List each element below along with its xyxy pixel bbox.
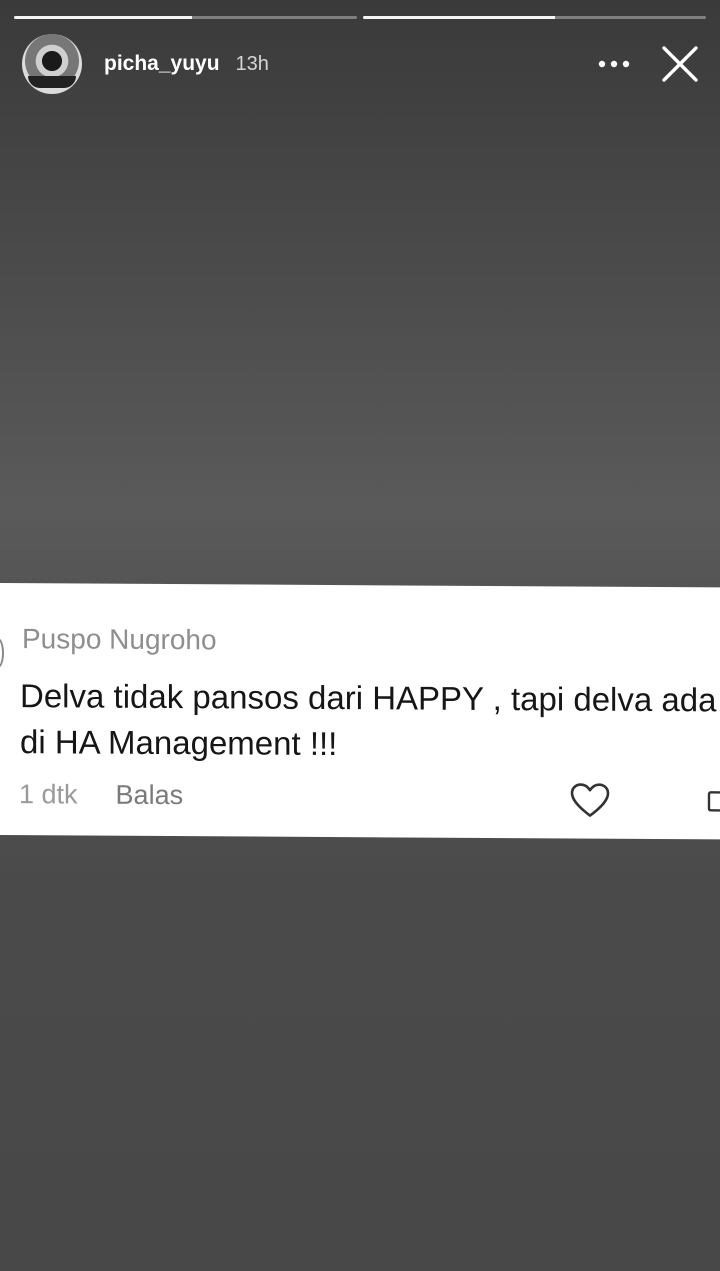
story-progress-fill xyxy=(14,16,193,19)
comment-meta: 1 dtk Balas xyxy=(19,779,183,811)
story-progress-track xyxy=(14,16,357,19)
close-icon xyxy=(662,46,698,82)
more-options-button[interactable] xyxy=(594,44,634,84)
dislike-icon xyxy=(707,791,720,812)
story-viewer[interactable]: picha_yuyu 13h Puspo Nugroho Delva tidak… xyxy=(0,0,720,1271)
more-horizontal-icon xyxy=(598,60,630,68)
story-progress-track xyxy=(363,16,706,19)
story-progress-fill xyxy=(363,16,556,19)
comment-text: Delva tidak pansos dari HAPPY , tapi del… xyxy=(20,677,717,763)
heart-outline-icon xyxy=(570,783,610,817)
commenter-avatar-edge xyxy=(0,637,4,669)
story-header: picha_yuyu 13h xyxy=(22,34,702,94)
story-timestamp: 13h xyxy=(235,52,269,75)
reply-button: Balas xyxy=(115,779,184,811)
comment-author: Puspo Nugroho xyxy=(22,623,217,656)
story-progress-bars xyxy=(14,16,706,19)
avatar[interactable] xyxy=(22,34,82,94)
close-button[interactable] xyxy=(658,42,702,86)
comment-time: 1 dtk xyxy=(19,779,78,810)
comment-screenshot: Puspo Nugroho Delva tidak pansos dari HA… xyxy=(0,583,720,840)
username[interactable]: picha_yuyu xyxy=(104,52,220,76)
